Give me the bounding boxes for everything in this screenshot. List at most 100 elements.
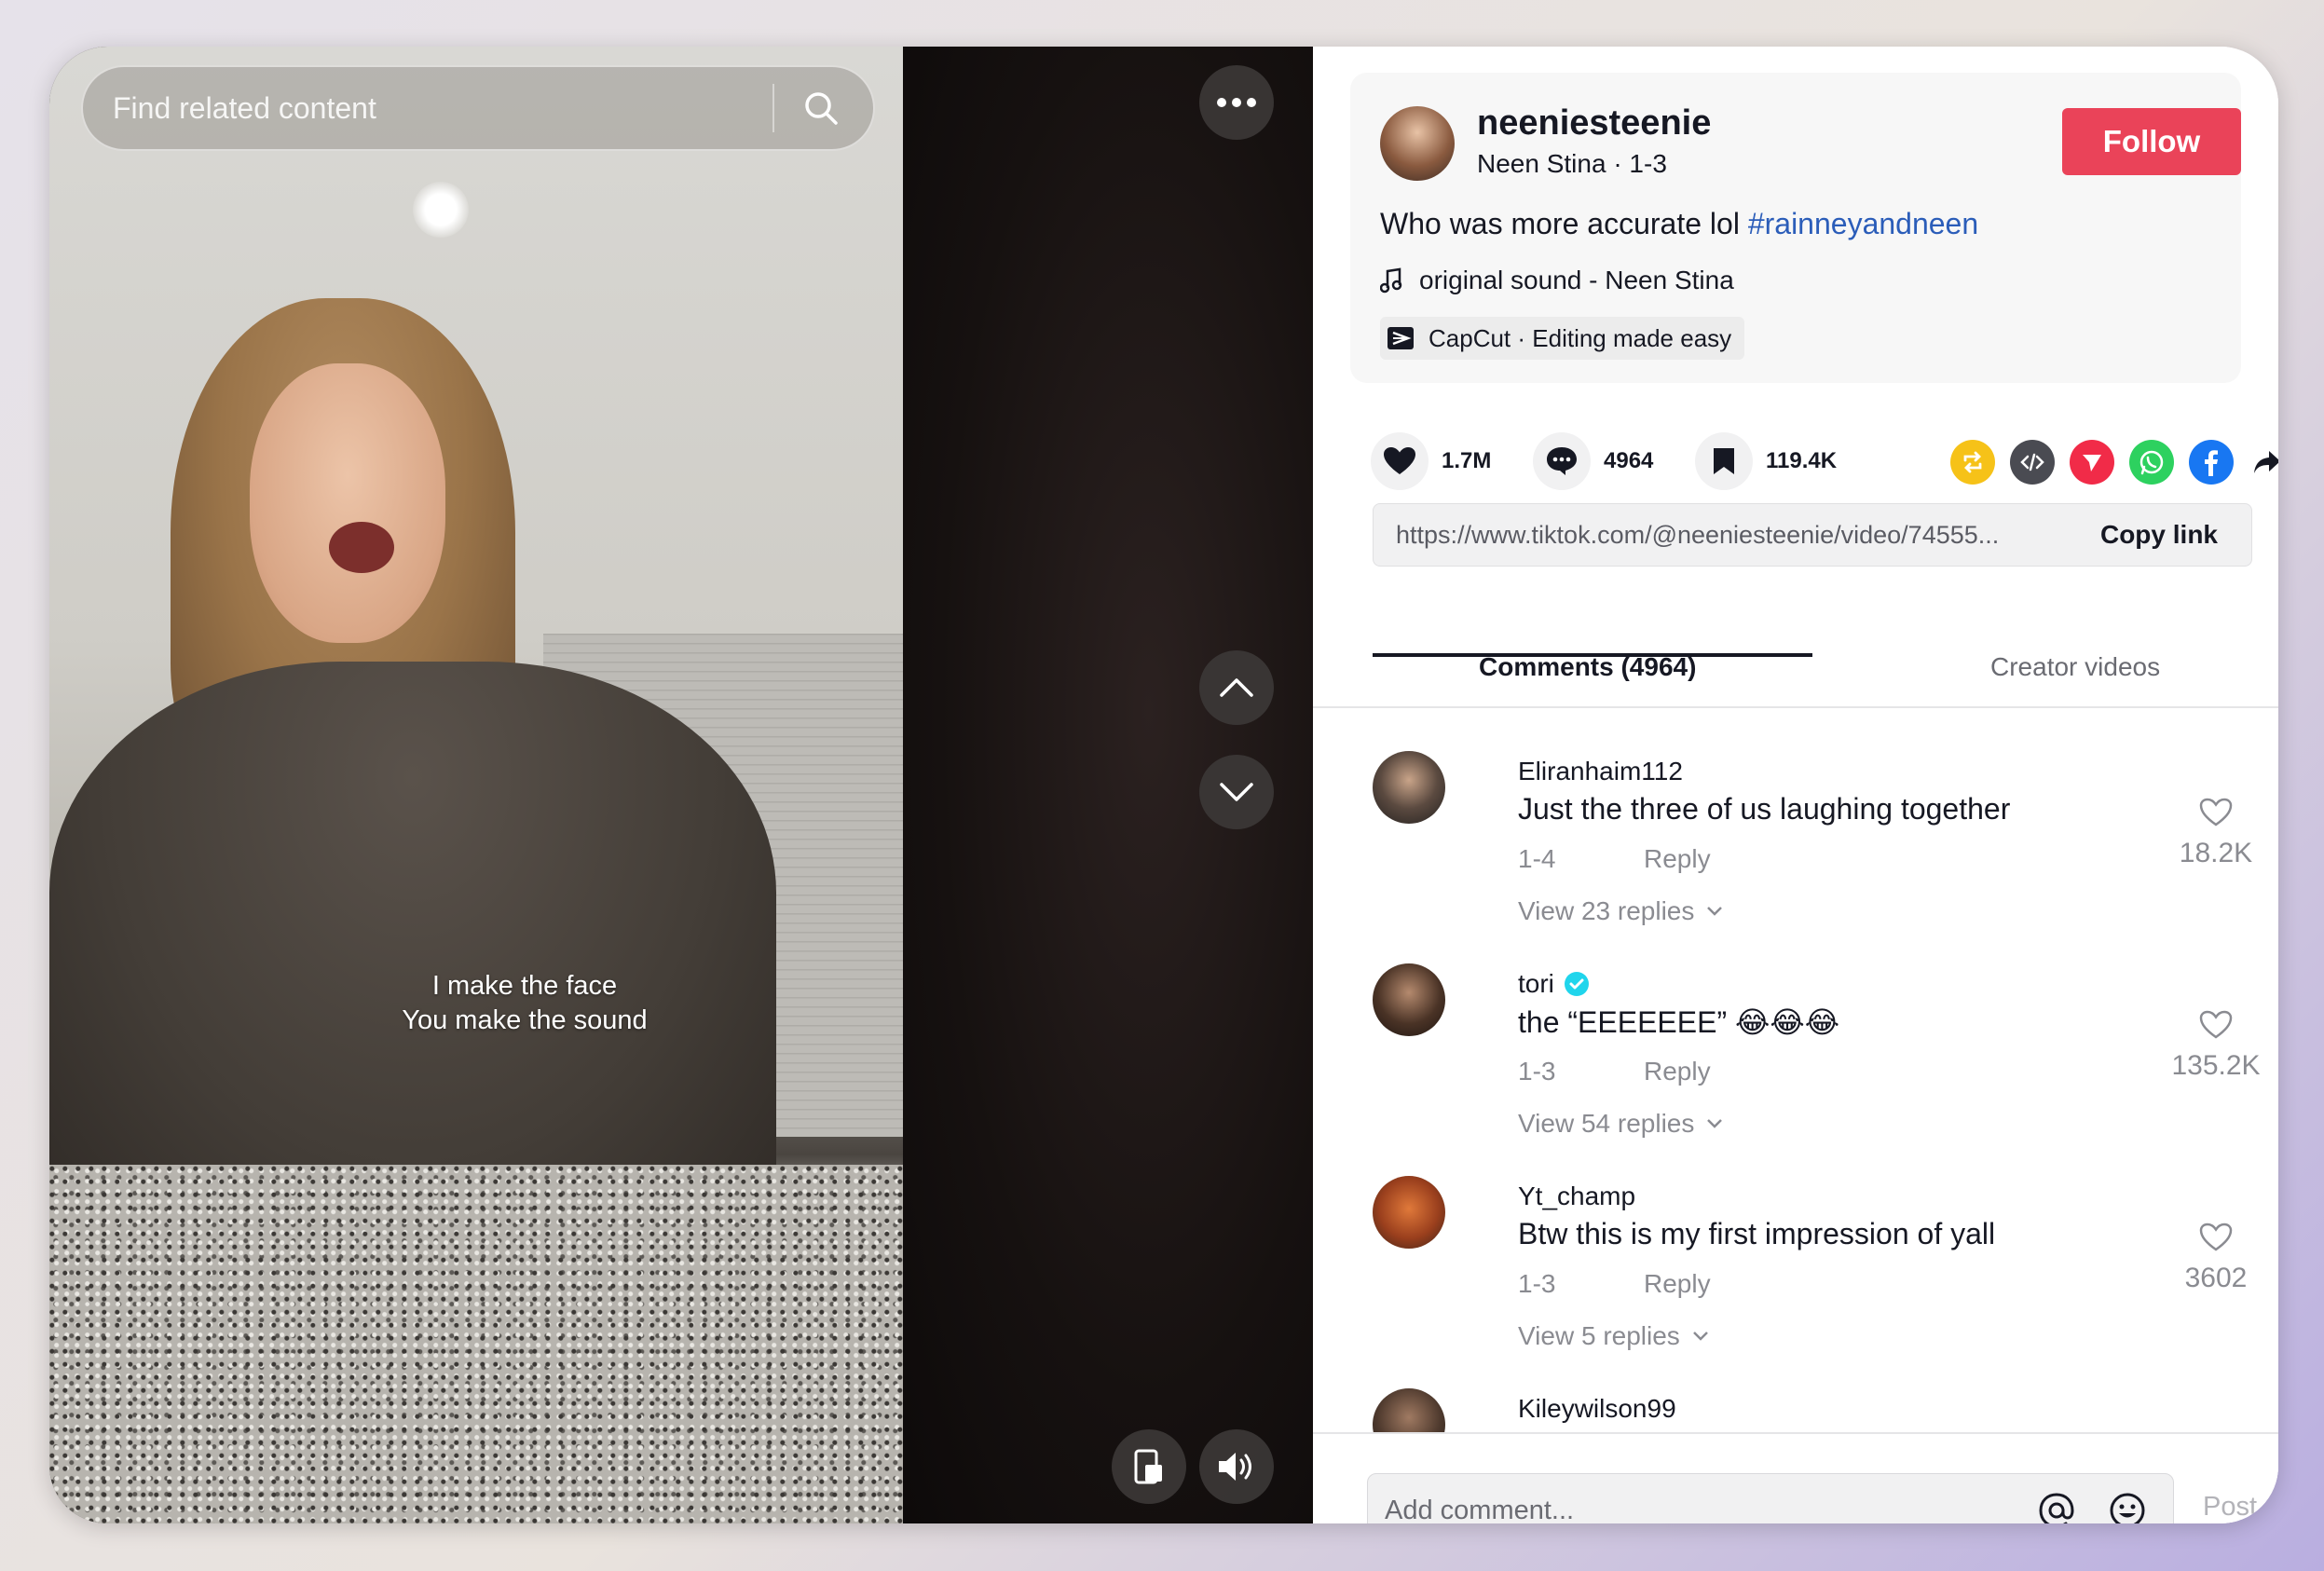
comment-text: Just the three of us laughing together: [1518, 792, 2011, 826]
comment-action[interactable]: 4964: [1533, 432, 1653, 490]
tabs-bar: Comments (4964) Creator videos: [1313, 596, 2278, 708]
commenter-username[interactable]: Yt_champ: [1518, 1182, 1635, 1211]
comment-date: 1-3: [1518, 1269, 1556, 1298]
capcut-badge[interactable]: CapCut · Editing made easy: [1380, 317, 1745, 360]
comment-bubble-icon: [1547, 447, 1577, 475]
commenter-username-text: Eliranhaim112: [1518, 757, 1683, 786]
post-comment-button[interactable]: Post: [2203, 1492, 2257, 1523]
copy-link-button[interactable]: Copy link: [2100, 520, 2251, 550]
commenter-username[interactable]: Eliranhaim112: [1518, 757, 1683, 786]
author-username[interactable]: neeniesteenie: [1477, 103, 1711, 143]
commenter-avatar[interactable]: [1373, 1176, 1445, 1249]
comment-like-count: 3602: [2184, 1263, 2248, 1293]
embed-code-icon: [2020, 453, 2044, 471]
capcut-label: CapCut · Editing made easy: [1429, 323, 1732, 352]
commenter-username[interactable]: tori: [1518, 969, 1590, 999]
mini-player-button[interactable]: [1112, 1429, 1186, 1504]
like-button[interactable]: [1371, 432, 1429, 490]
view-replies-button[interactable]: View 5 replies: [1518, 1321, 1710, 1351]
commenter-avatar[interactable]: [1373, 963, 1445, 1036]
search-input[interactable]: [83, 90, 772, 126]
share-arrow-icon: [2254, 451, 2278, 473]
comment-like[interactable]: 3602: [2155, 1223, 2276, 1294]
comment-like[interactable]: 135.2K: [2155, 1010, 2276, 1082]
whatsapp-icon: [2139, 450, 2164, 475]
reply-button[interactable]: Reply: [1644, 1269, 1711, 1299]
facebook-share-button[interactable]: [2189, 440, 2234, 485]
heart-outline-icon: [2199, 1223, 2233, 1251]
send-icon: [2083, 455, 2101, 471]
action-bar: 1.7M 4964 119.4K: [1313, 419, 2278, 503]
granite-counter: [49, 1165, 903, 1523]
follow-button[interactable]: Follow: [2062, 108, 2241, 175]
person-mouth: [329, 522, 394, 573]
commenter-username-text: Yt_champ: [1518, 1182, 1636, 1210]
video-player[interactable]: I make the face You make the sound: [49, 47, 903, 1523]
embed-button[interactable]: [2010, 440, 2055, 485]
comment-text: the “EEEEEEE” 😂😂😂: [1518, 1005, 1840, 1039]
mention-icon[interactable]: [2037, 1491, 2076, 1523]
comment-date: 1-4: [1518, 844, 1556, 873]
send-to-friends-button[interactable]: [2070, 440, 2114, 485]
post-info-card: neeniesteenie Neen Stina · 1-3 Follow Wh…: [1350, 73, 2241, 383]
tab-creator-videos[interactable]: Creator videos: [1990, 652, 2160, 682]
capcut-icon: [1388, 327, 1414, 349]
copy-link-bar: https://www.tiktok.com/@neeniesteenie/vi…: [1373, 503, 2252, 567]
emoji-icon[interactable]: [2108, 1491, 2147, 1523]
author-avatar[interactable]: [1380, 106, 1455, 181]
person-face: [250, 363, 445, 643]
like-count: 1.7M: [1442, 448, 1492, 473]
view-replies-button[interactable]: View 54 replies: [1518, 1109, 1724, 1139]
caption-line-1: I make the face: [431, 971, 618, 1001]
comment-button[interactable]: [1533, 432, 1591, 490]
commenter-username-text: tori: [1518, 969, 1554, 998]
heart-outline-icon: [2199, 1010, 2233, 1039]
comment-like-count: 18.2K: [2179, 838, 2253, 868]
volume-button[interactable]: [1199, 1429, 1274, 1504]
comment-text: Btw this is my first impression of yall: [1518, 1217, 1996, 1250]
video-caption: I make the face You make the sound: [329, 969, 720, 1038]
music-note-icon: [1380, 267, 1402, 294]
details-panel: neeniesteenie Neen Stina · 1-3 Follow Wh…: [1313, 47, 2278, 1523]
chevron-down-icon: [1707, 1119, 1723, 1128]
next-video-button[interactable]: [1199, 755, 1274, 829]
comment-count: 4964: [1604, 448, 1654, 473]
more-share-button[interactable]: [2245, 440, 2278, 485]
hashtag-link[interactable]: #rainneyandneen: [1748, 207, 1978, 240]
volume-icon: [1219, 1453, 1251, 1481]
commenter-username[interactable]: Kileywilson99: [1518, 1394, 1676, 1424]
save-button[interactable]: [1695, 432, 1753, 490]
sound-link[interactable]: original sound - Neen Stina: [1380, 266, 1734, 295]
verified-badge-icon: [1564, 972, 1589, 996]
repost-button[interactable]: [1950, 440, 1995, 485]
comment-input[interactable]: [1368, 1495, 2037, 1523]
comment-like-count: 135.2K: [2171, 1050, 2261, 1081]
comment-composer: Post: [1313, 1432, 2278, 1523]
save-count: 119.4K: [1766, 448, 1838, 473]
video-url[interactable]: https://www.tiktok.com/@neeniesteenie/vi…: [1374, 521, 2100, 550]
description-text: Who was more accurate lol: [1380, 207, 1748, 240]
like-action[interactable]: 1.7M: [1371, 432, 1491, 490]
commenter-username-text: Kileywilson99: [1518, 1394, 1676, 1423]
save-action[interactable]: 119.4K: [1695, 432, 1837, 490]
active-tab-indicator: [1373, 653, 1812, 657]
previous-video-button[interactable]: [1199, 650, 1274, 725]
view-replies-label: View 23 replies: [1518, 896, 1695, 925]
view-replies-button[interactable]: View 23 replies: [1518, 896, 1724, 926]
bookmark-icon: [1714, 448, 1734, 474]
commenter-avatar[interactable]: [1373, 1388, 1445, 1432]
reply-button[interactable]: Reply: [1644, 1057, 1711, 1086]
commenter-avatar[interactable]: [1373, 751, 1445, 824]
comment-like[interactable]: 18.2K: [2155, 798, 2276, 869]
chevron-down-icon: [1692, 1332, 1708, 1341]
mini-player-icon: [1134, 1449, 1162, 1484]
view-replies-label: View 54 replies: [1518, 1109, 1695, 1138]
whatsapp-share-button[interactable]: [2129, 440, 2174, 485]
reply-button[interactable]: Reply: [1644, 844, 1711, 874]
more-icon: [1217, 98, 1256, 107]
facebook-icon: [2205, 450, 2218, 476]
more-options-button[interactable]: [1199, 65, 1274, 140]
repost-icon: [1963, 451, 1982, 473]
search-button[interactable]: [774, 67, 868, 149]
heart-icon: [1384, 447, 1415, 474]
